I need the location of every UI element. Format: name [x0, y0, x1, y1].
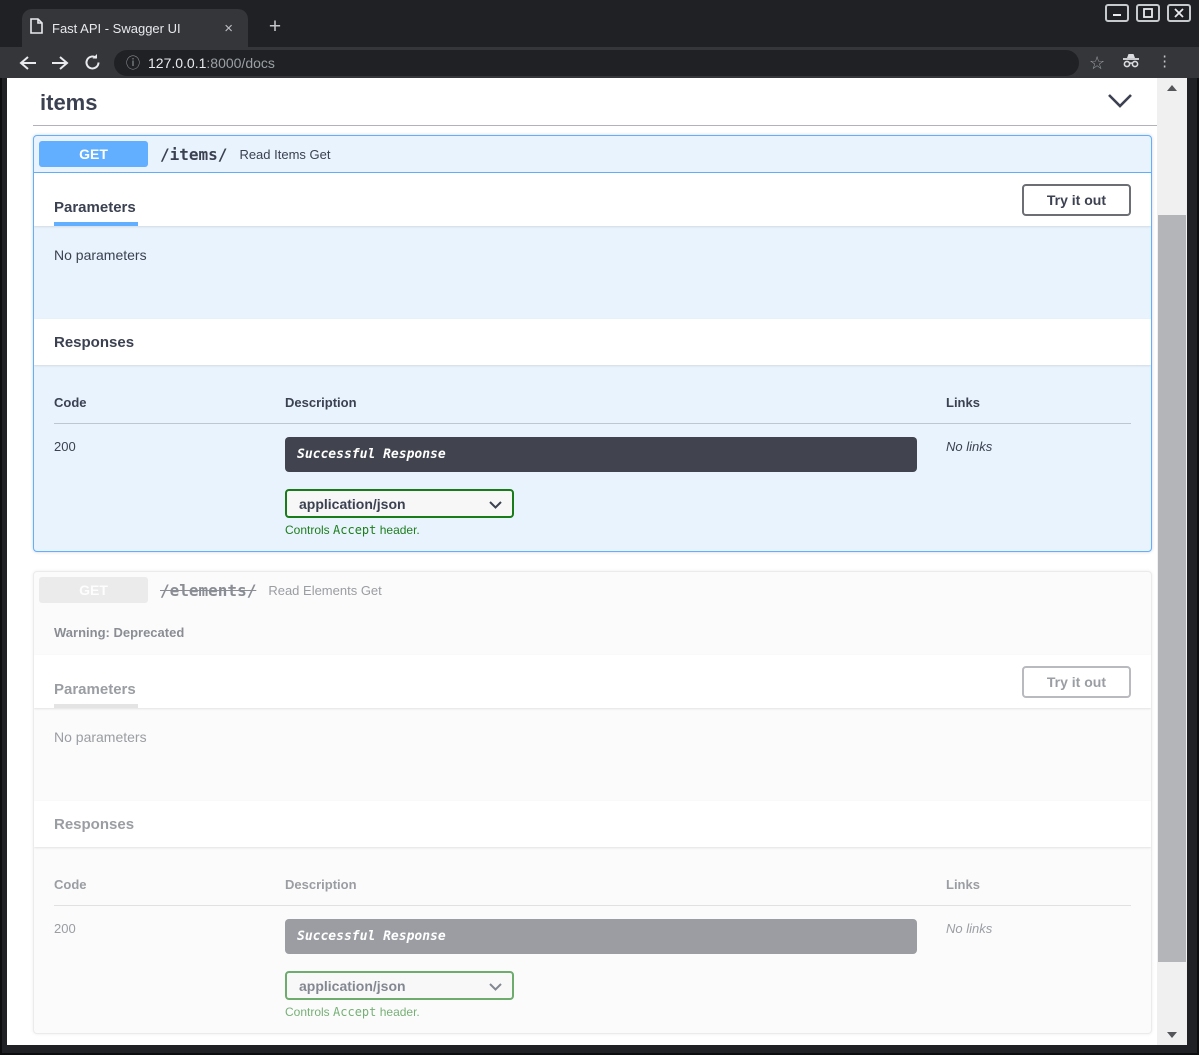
responses-table-head: Code Description Links	[54, 877, 1131, 906]
response-description-cell: Successful Response application/json Con…	[285, 437, 946, 537]
media-type-value: application/json	[299, 496, 406, 512]
method-badge: GET	[39, 141, 148, 167]
scroll-down-arrow[interactable]	[1157, 1027, 1187, 1043]
swagger-content: items GET /items/ Read Items Get Paramet…	[7, 78, 1157, 1045]
opblock-summary[interactable]: GET /items/ Read Items Get	[34, 136, 1151, 173]
responses-table: Code Description Links 200 Successful Re…	[34, 847, 1151, 1033]
response-links: No links	[946, 919, 1131, 1019]
endpoint-summary: Read Items Get	[239, 147, 330, 162]
page-scrollbar[interactable]	[1157, 78, 1187, 1045]
response-description-cell: Successful Response application/json Con…	[285, 919, 946, 1019]
try-it-out-button[interactable]: Try it out	[1022, 184, 1131, 216]
select-chevron-icon	[489, 496, 502, 512]
parameters-header: Parameters Try it out	[34, 173, 1151, 226]
address-bar[interactable]: ⓘ 127.0.0.1:8000/docs	[114, 50, 1079, 76]
responses-title: Responses	[54, 816, 134, 833]
close-button[interactable]	[1167, 4, 1191, 22]
response-row: 200 Successful Response application/json…	[54, 424, 1131, 537]
endpoint-summary: Read Elements Get	[268, 583, 381, 598]
browser-tab[interactable]: Fast API - Swagger UI ×	[22, 9, 248, 47]
chevron-down-icon[interactable]	[1107, 93, 1133, 113]
incognito-icon	[1121, 52, 1141, 74]
page-favicon-icon	[30, 18, 43, 39]
column-description: Description	[285, 877, 946, 892]
tab-title: Fast API - Swagger UI	[52, 21, 219, 36]
browser-menu-icon[interactable]: ⋮	[1157, 59, 1167, 66]
method-badge: GET	[39, 577, 148, 603]
column-links: Links	[946, 877, 1131, 892]
response-code: 200	[54, 919, 285, 1019]
responses-table-head: Code Description Links	[54, 395, 1131, 424]
tab-parameters[interactable]: Parameters	[54, 681, 138, 708]
new-tab-button[interactable]: +	[262, 16, 288, 42]
reload-button[interactable]	[76, 54, 108, 71]
opblock-get-items: GET /items/ Read Items Get Parameters Tr…	[33, 135, 1152, 552]
select-chevron-icon	[489, 978, 502, 994]
responses-header: Responses	[34, 319, 1151, 365]
accept-header-note: Controls Accept header.	[285, 1005, 946, 1019]
column-links: Links	[946, 395, 1131, 410]
window-controls	[1105, 4, 1191, 22]
scroll-up-arrow[interactable]	[1157, 80, 1187, 96]
bookmark-star-icon[interactable]: ☆	[1089, 54, 1105, 72]
opblock-summary[interactable]: GET /elements/ Read Elements Get	[34, 572, 1151, 608]
column-description: Description	[285, 395, 946, 410]
response-description-box: Successful Response	[285, 919, 917, 954]
browser-toolbar: ⓘ 127.0.0.1:8000/docs ☆ ⋮	[0, 47, 1199, 78]
tag-title: items	[40, 90, 97, 116]
response-description-box: Successful Response	[285, 437, 917, 472]
response-row: 200 Successful Response application/json…	[54, 906, 1131, 1019]
responses-header: Responses	[34, 801, 1151, 847]
opblock-get-elements-deprecated: GET /elements/ Read Elements Get Warning…	[33, 571, 1152, 1034]
url-text: 127.0.0.1:8000/docs	[148, 55, 275, 71]
media-type-select[interactable]: application/json	[285, 489, 514, 518]
tab-parameters[interactable]: Parameters	[54, 199, 138, 226]
accept-header-note: Controls Accept header.	[285, 523, 946, 537]
no-parameters-text: No parameters	[34, 708, 1151, 801]
endpoint-path: /elements/	[148, 581, 268, 600]
endpoint-path: /items/	[148, 145, 239, 164]
minimize-button[interactable]	[1105, 4, 1129, 22]
responses-title: Responses	[54, 334, 134, 351]
toolbar-actions: ☆ ⋮	[1089, 52, 1167, 74]
parameters-header: Parameters Try it out	[34, 655, 1151, 708]
page-viewport: items GET /items/ Read Items Get Paramet…	[7, 78, 1187, 1045]
site-info-icon[interactable]: ⓘ	[126, 56, 140, 70]
tag-section-header[interactable]: items	[33, 88, 1157, 126]
try-it-out-button[interactable]: Try it out	[1022, 666, 1131, 698]
response-links: No links	[946, 437, 1131, 537]
column-code: Code	[54, 877, 285, 892]
maximize-button[interactable]	[1136, 4, 1160, 22]
response-code: 200	[54, 437, 285, 537]
forward-button[interactable]	[44, 55, 76, 71]
media-type-select[interactable]: application/json	[285, 971, 514, 1000]
scrollbar-thumb[interactable]	[1158, 215, 1186, 962]
column-code: Code	[54, 395, 285, 410]
deprecated-warning: Warning: Deprecated	[34, 608, 1151, 655]
back-button[interactable]	[12, 55, 44, 71]
no-parameters-text: No parameters	[34, 226, 1151, 319]
media-type-value: application/json	[299, 978, 406, 994]
responses-table: Code Description Links 200 Successful Re…	[34, 365, 1151, 551]
tab-close-icon[interactable]: ×	[219, 19, 238, 38]
window-titlebar: Fast API - Swagger UI × +	[0, 0, 1199, 47]
